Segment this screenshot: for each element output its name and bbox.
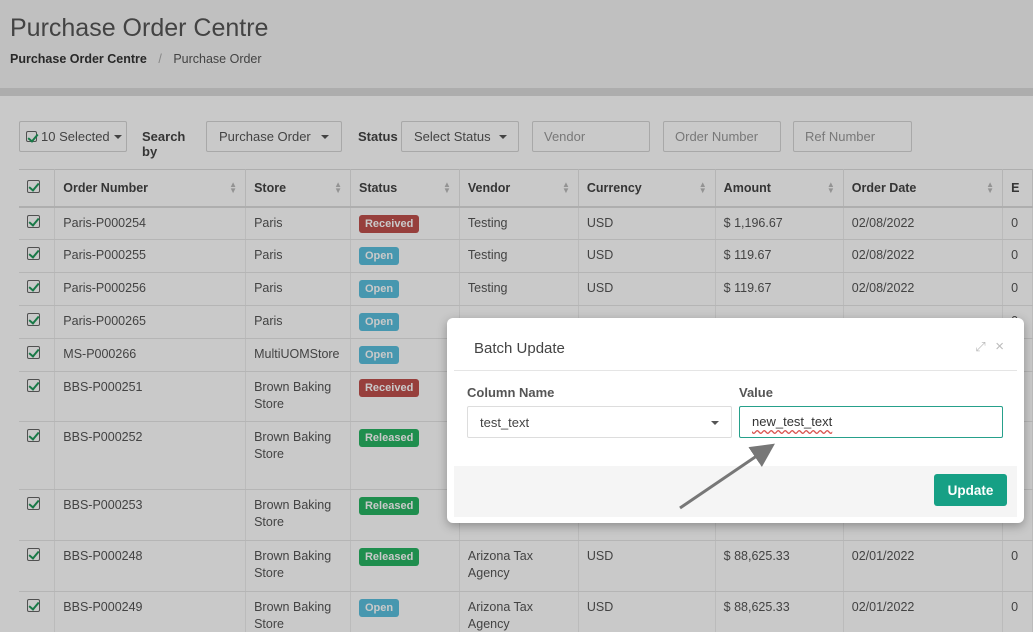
modal-backdrop[interactable] (0, 0, 1033, 632)
column-name-value: test_text (480, 415, 530, 430)
column-name-select[interactable]: test_text (467, 406, 732, 438)
value-input[interactable]: new_test_text (739, 406, 1003, 438)
dialog-footer (454, 466, 1017, 517)
column-name-label: Column Name (467, 385, 555, 400)
expand-icon[interactable]: ⤢ (975, 339, 985, 354)
caret-down-icon (711, 421, 719, 425)
dialog-divider (454, 370, 1017, 371)
dialog-tools: ⤢ × (975, 338, 1004, 355)
close-icon[interactable]: × (995, 338, 1004, 355)
dialog-title: Batch Update (474, 340, 565, 357)
value-label: Value (739, 385, 773, 400)
update-button[interactable]: Update (934, 474, 1007, 506)
batch-update-dialog: Batch Update ⤢ × Column Name Value test_… (447, 318, 1024, 523)
